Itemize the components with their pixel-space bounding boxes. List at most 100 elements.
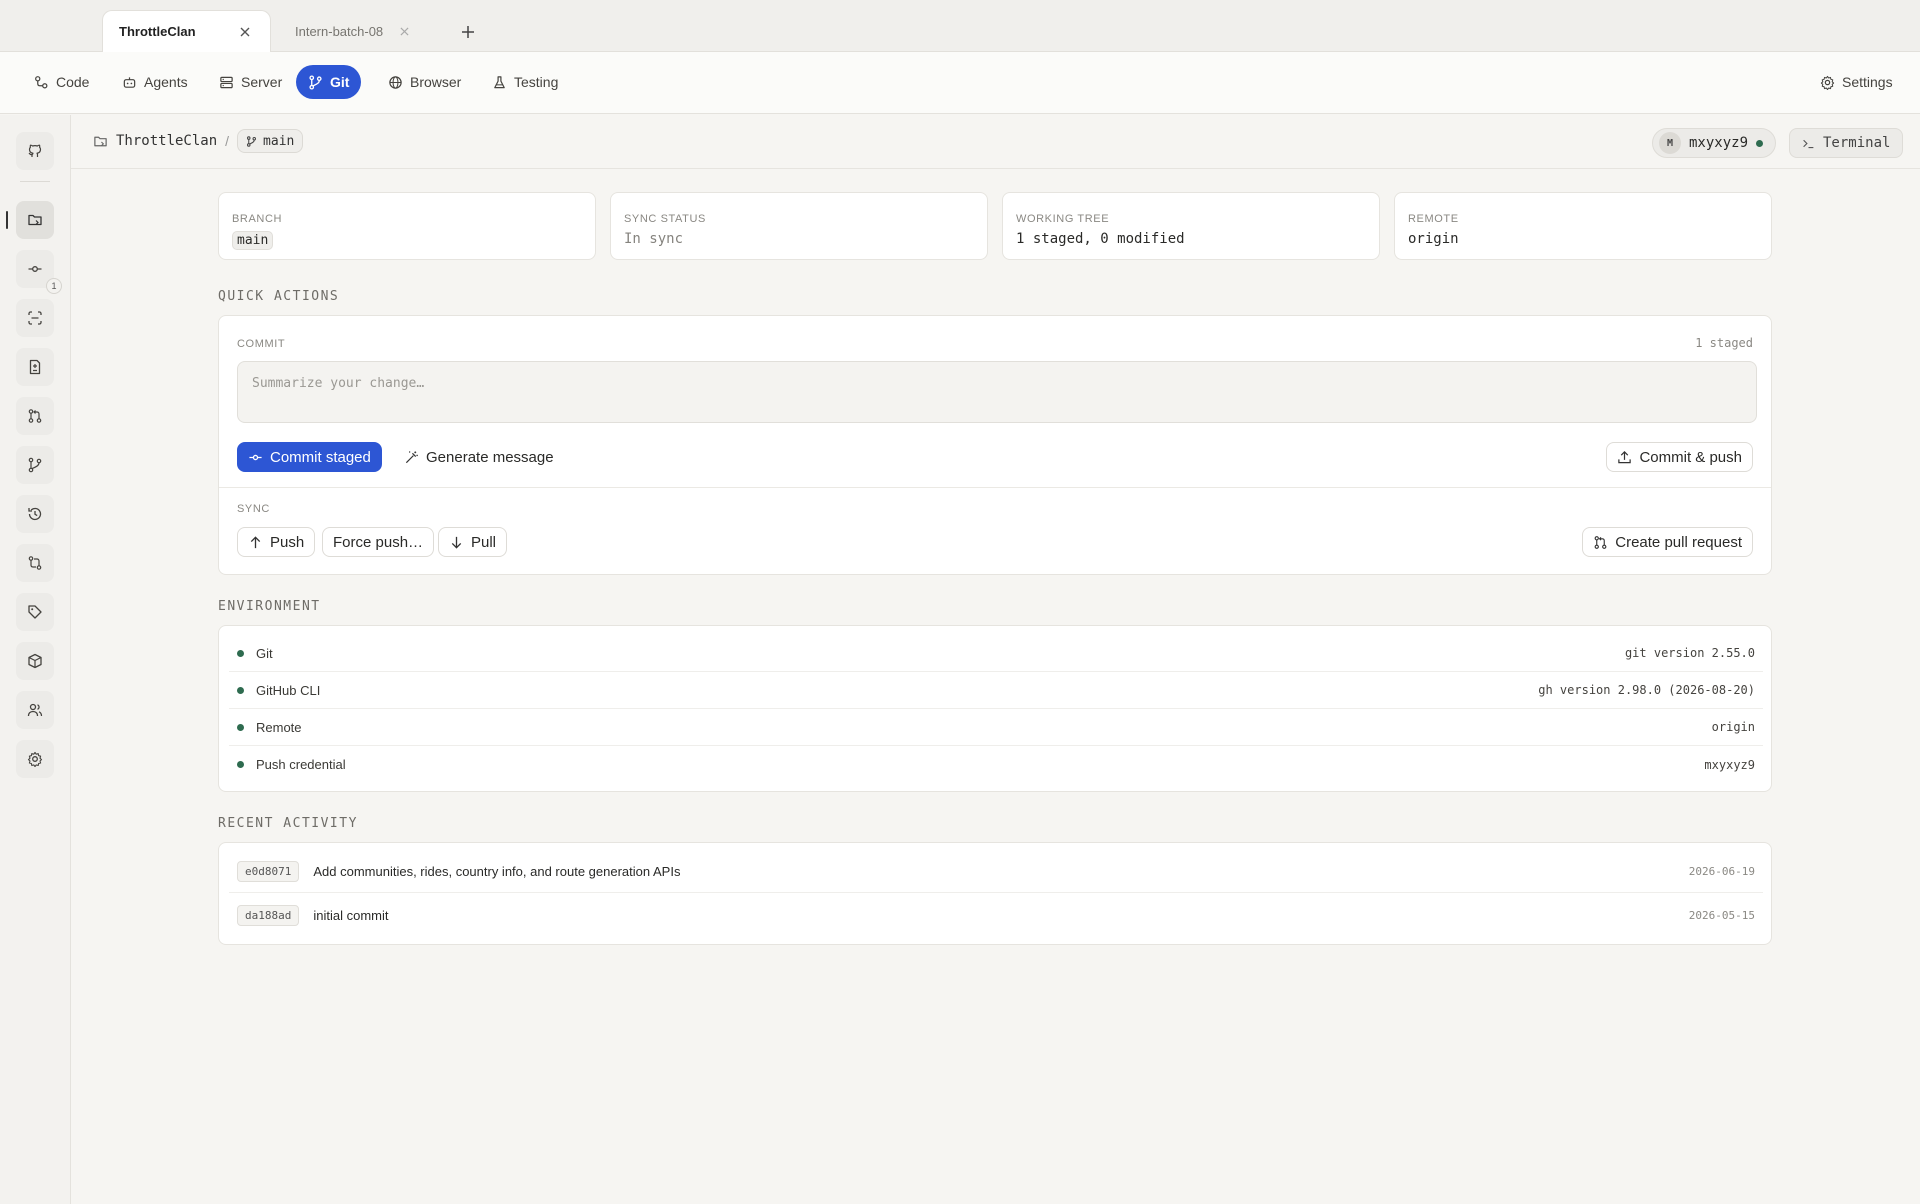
activity-row[interactable]: da188ad initial commit 2026-05-15: [229, 894, 1763, 936]
commit-staged-button[interactable]: Commit staged: [237, 442, 382, 472]
close-icon[interactable]: [395, 22, 413, 40]
branch-pill[interactable]: main: [237, 129, 304, 153]
status-dot: [237, 761, 244, 768]
left-rail: 1: [0, 115, 71, 1204]
globe-icon: [389, 75, 402, 89]
status-dot: [237, 649, 244, 657]
arrow-down-icon: [451, 536, 462, 549]
branch-icon: [28, 457, 42, 473]
force-push-button[interactable]: Force push…: [322, 527, 435, 557]
git-branch-icon: [309, 74, 322, 90]
create-pull-request-button[interactable]: Create pull request: [1582, 527, 1753, 557]
nav-testing[interactable]: Testing: [480, 65, 570, 99]
stat-value: In sync: [624, 231, 684, 247]
env-name: Remote: [256, 719, 302, 735]
staged-count: 1 staged: [1695, 336, 1753, 350]
breadcrumb-repo[interactable]: ThrottleClan: [116, 133, 217, 149]
tab-label: ThrottleClan: [119, 24, 196, 39]
tab-throttleclan[interactable]: ThrottleClan: [102, 10, 271, 52]
close-icon[interactable]: [236, 23, 254, 41]
nav-label: Testing: [514, 74, 559, 90]
commit-count-badge: 1: [46, 278, 62, 294]
stat-card-remote: REMOTE origin: [1394, 192, 1772, 260]
gear-icon: [1820, 75, 1835, 90]
stat-card-branch: BRANCH main: [218, 192, 596, 260]
user-name: mxyxyz9: [1689, 135, 1749, 151]
settings-icon: [27, 751, 43, 767]
upload-icon: [1618, 450, 1632, 463]
nav-git[interactable]: Git: [296, 65, 362, 99]
push-button[interactable]: Push: [237, 527, 316, 557]
rail-pull-requests[interactable]: [16, 397, 54, 435]
env-row-git: Git git version 2.55.0: [229, 635, 1763, 672]
button-label: Commit staged: [270, 448, 371, 466]
robot-icon: [123, 76, 136, 88]
terminal-label: Terminal: [1823, 135, 1891, 151]
button-label: Commit & push: [1639, 448, 1742, 466]
stat-card-working-tree: WORKING TREE 1 staged, 0 modified: [1002, 192, 1380, 260]
rail-compare[interactable]: [16, 544, 54, 582]
rail-repository[interactable]: [16, 201, 54, 239]
new-tab-button[interactable]: [456, 20, 480, 44]
breadcrumb-separator: /: [225, 133, 230, 149]
rail-commits[interactable]: 1: [16, 250, 62, 294]
rail-branches[interactable]: [16, 446, 54, 484]
commit-message-input[interactable]: [237, 361, 1757, 423]
settings-button[interactable]: Settings: [1808, 65, 1905, 99]
terminal-button[interactable]: Terminal: [1789, 128, 1904, 158]
divider: [219, 487, 1771, 488]
generate-message-button[interactable]: Generate message: [393, 442, 565, 472]
activity-row[interactable]: e0d8071 Add communities, rides, country …: [229, 851, 1763, 893]
commit-message: Add communities, rides, country info, an…: [313, 864, 681, 879]
user-pill[interactable]: M mxyxyz9: [1652, 128, 1777, 158]
branch-name: main: [263, 133, 295, 149]
breadcrumb-bar: ThrottleClan / main M mxyxyz9 Terminal: [71, 115, 1920, 169]
nav-browser[interactable]: Browser: [376, 65, 473, 99]
nav-agents[interactable]: Agents: [110, 65, 200, 99]
sync-label: SYNC: [237, 503, 270, 515]
stat-label: BRANCH: [232, 213, 283, 225]
nav-label: Agents: [144, 74, 188, 90]
pull-button[interactable]: Pull: [438, 527, 508, 557]
commit-and-push-button[interactable]: Commit & push: [1606, 442, 1753, 472]
status-dot: [237, 686, 244, 694]
top-nav: Code Agents Server Git Browser Testing S…: [0, 52, 1920, 114]
tag-icon: [28, 605, 42, 619]
plus-icon: [462, 26, 474, 38]
env-value: gh version 2.98.0 (2026-08-20): [1538, 683, 1755, 697]
rail-tags[interactable]: [16, 593, 54, 631]
arrow-up-icon: [250, 535, 261, 548]
rail-settings[interactable]: [16, 740, 54, 778]
commit-icon: [249, 454, 262, 460]
stat-value: main: [232, 231, 274, 250]
rail-history[interactable]: [16, 495, 54, 533]
rail-github[interactable]: [16, 132, 54, 170]
rail-users[interactable]: [16, 691, 54, 729]
nav-server[interactable]: Server: [207, 65, 294, 99]
tab-intern-batch-08[interactable]: Intern-batch-08: [279, 10, 429, 52]
stat-value: origin: [1408, 231, 1459, 247]
section-title-environment: ENVIRONMENT: [218, 599, 321, 614]
rail-scan[interactable]: [16, 299, 54, 337]
commit-label: COMMIT: [237, 338, 286, 350]
commit-hash[interactable]: e0d8071: [237, 861, 300, 882]
commit-date: 2026-05-15: [1688, 908, 1755, 922]
file-diff-icon: [29, 359, 41, 375]
commit-icon: [28, 266, 42, 272]
stat-label: SYNC STATUS: [624, 213, 706, 225]
pull-request-icon: [28, 409, 42, 423]
button-label: Generate message: [426, 448, 554, 466]
section-title-recent-activity: RECENT ACTIVITY: [218, 816, 358, 831]
env-value: git version 2.55.0: [1624, 646, 1755, 660]
commit-hash[interactable]: da188ad: [237, 904, 300, 926]
commit-message: initial commit: [313, 907, 389, 923]
button-label: Force push…: [333, 533, 424, 551]
nav-code[interactable]: Code: [22, 65, 101, 99]
pull-request-icon: [1594, 535, 1607, 549]
flask-icon: [494, 75, 505, 88]
server-icon: [220, 76, 233, 88]
nav-label: Git: [330, 74, 350, 90]
rail-packages[interactable]: [16, 642, 54, 680]
rail-file-diff[interactable]: [16, 348, 54, 386]
terminal-icon: [1803, 139, 1814, 148]
